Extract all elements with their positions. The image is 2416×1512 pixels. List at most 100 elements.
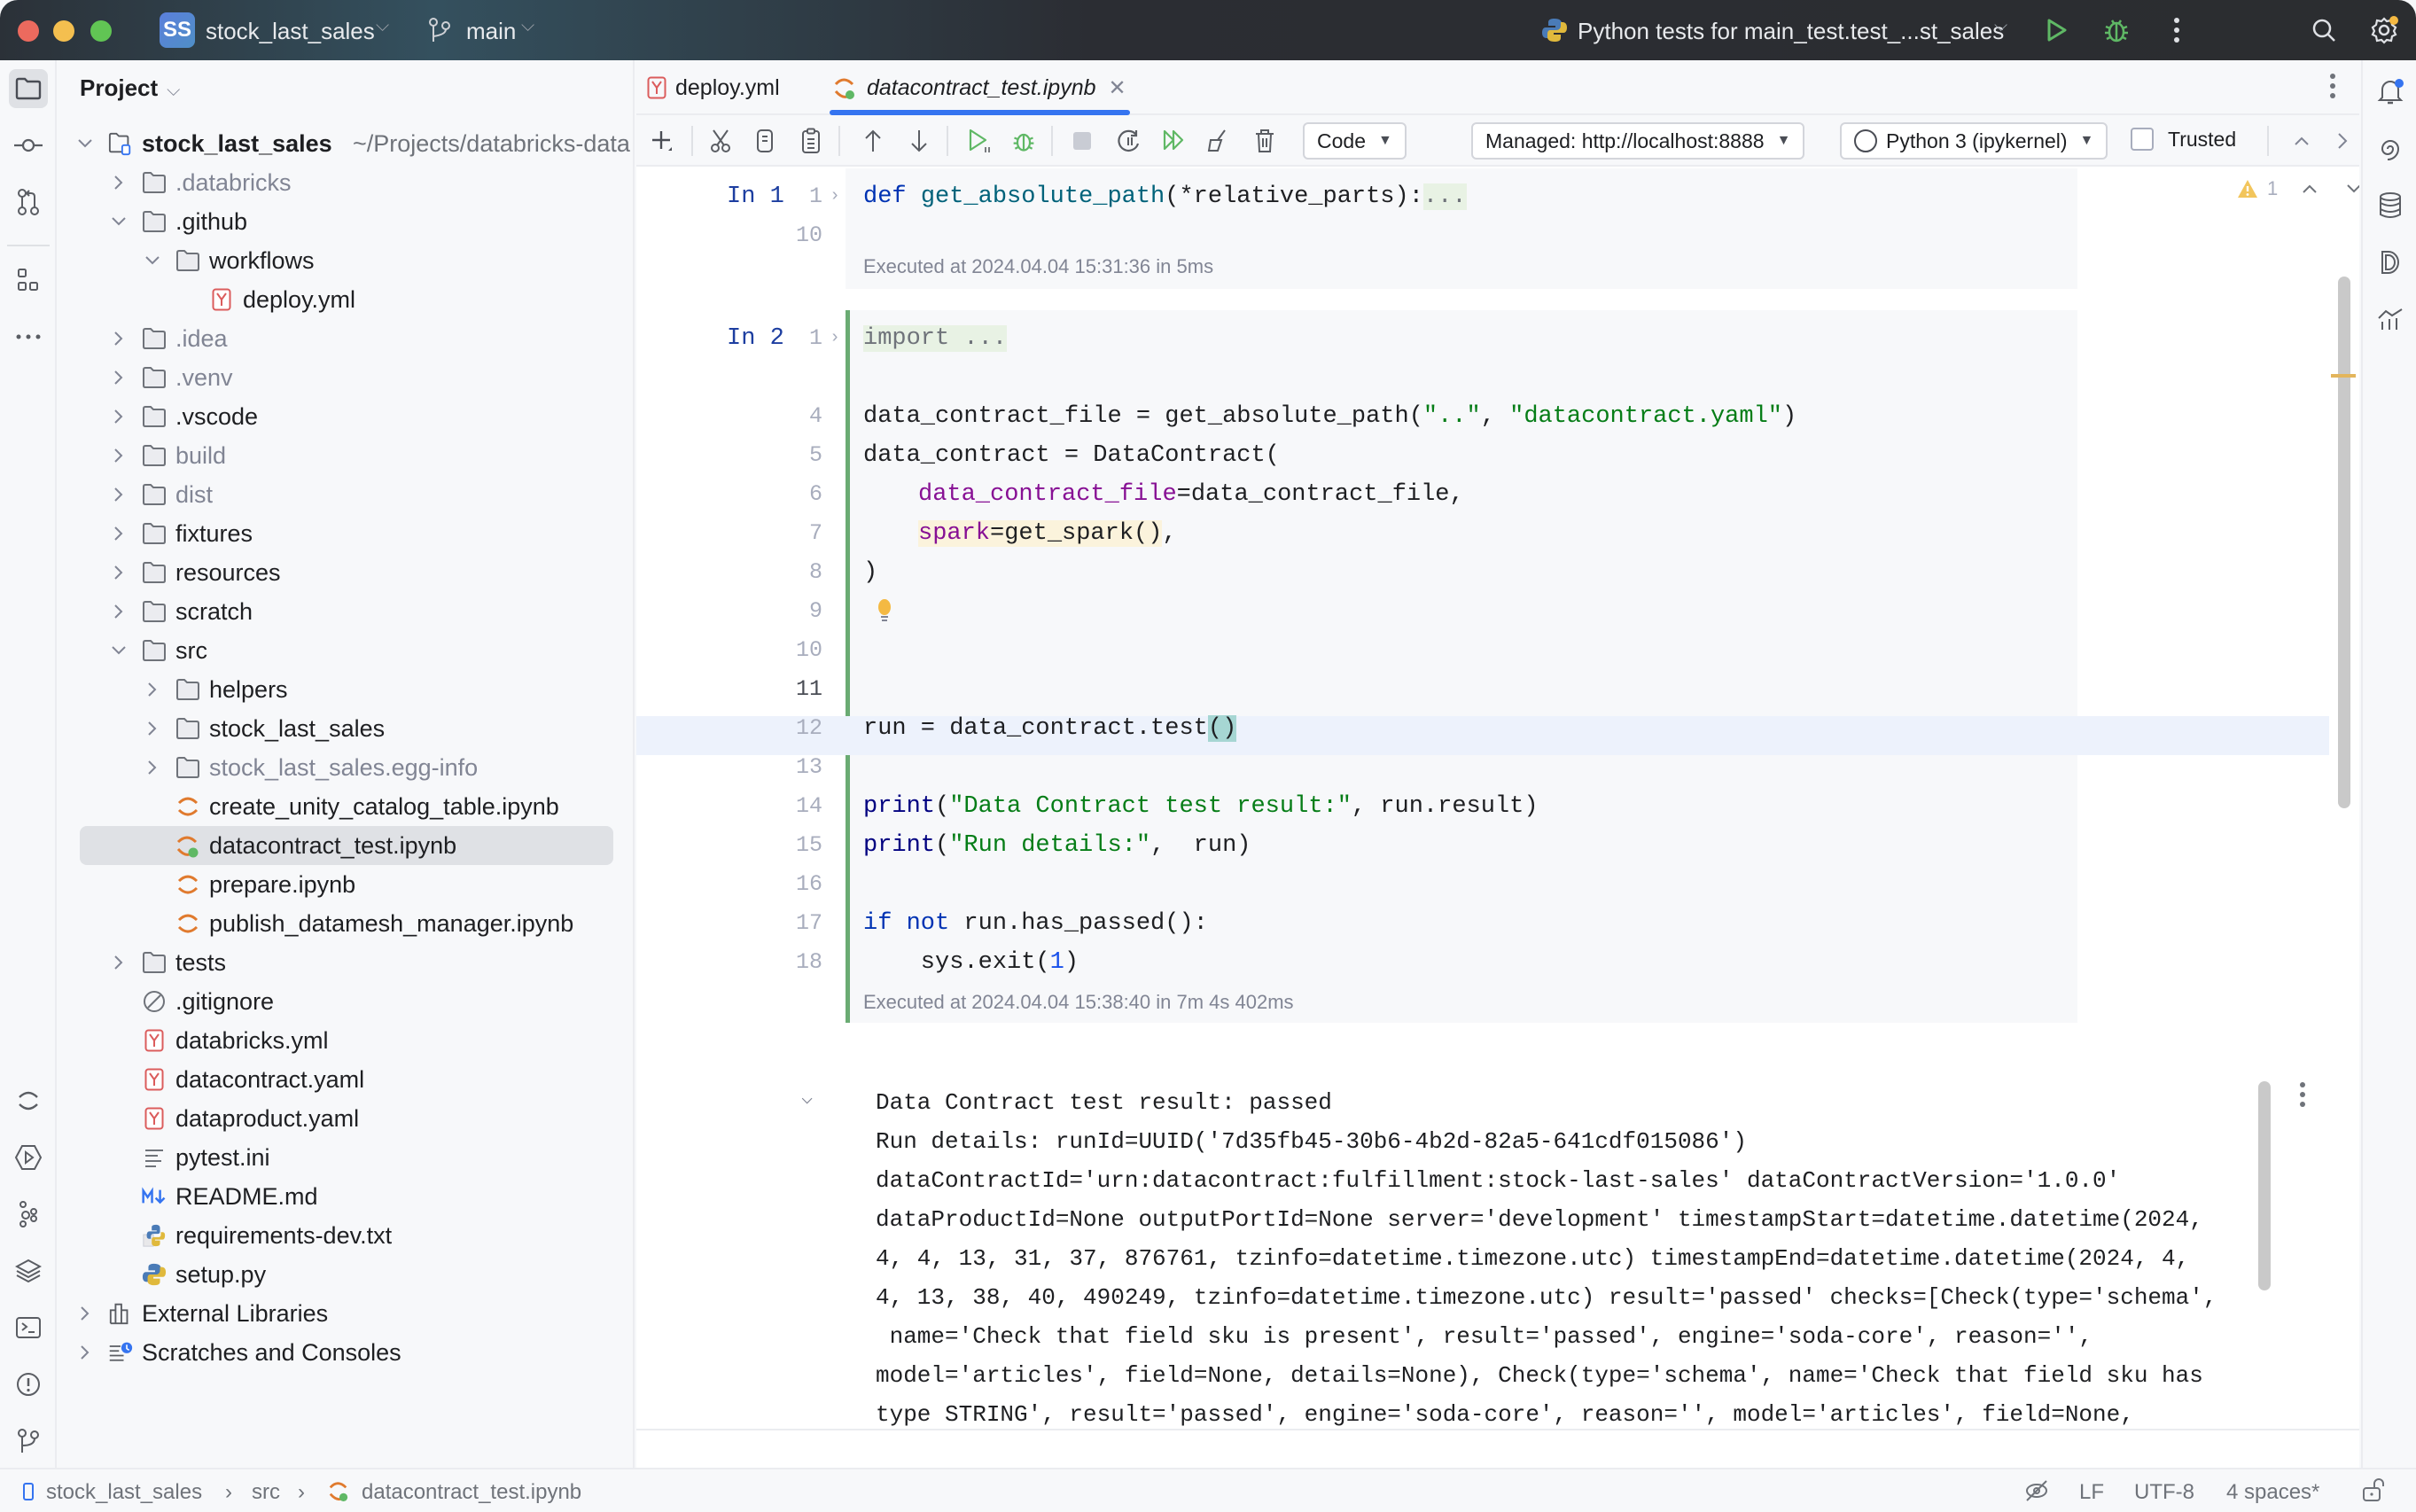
problems-tool-button[interactable] xyxy=(9,1365,48,1404)
chevron-right-icon[interactable] xyxy=(110,408,128,425)
tree-item[interactable]: prepare.ipynb xyxy=(58,865,633,904)
chevron-down-icon[interactable] xyxy=(110,642,128,659)
tree-item[interactable]: .vscode xyxy=(58,397,633,436)
tree-item[interactable]: publish_datamesh_manager.ipynb xyxy=(58,904,633,943)
code-cell-2[interactable]: import ... data_contract_file = get_abso… xyxy=(846,310,2077,984)
tree-item[interactable]: dist xyxy=(58,475,633,514)
project-switcher[interactable]: stock_last_sales xyxy=(206,18,375,45)
stop-kernel-icon[interactable] xyxy=(1067,126,1097,156)
settings-gear-icon[interactable] xyxy=(2366,12,2402,48)
close-tab-icon[interactable]: ✕ xyxy=(1109,75,1126,101)
tree-item[interactable]: stock_last_sales.egg-info xyxy=(58,748,633,787)
cut-cell-icon[interactable] xyxy=(705,126,736,156)
project-view-selector[interactable]: Project ⌵ xyxy=(80,74,180,102)
inspection-widget[interactable]: 1 xyxy=(2237,177,2359,200)
layers-tool-button[interactable] xyxy=(9,1251,48,1290)
plots-icon[interactable] xyxy=(2373,301,2408,337)
tree-item[interactable]: deploy.yml xyxy=(58,280,633,319)
delete-cell-icon[interactable] xyxy=(1250,126,1280,156)
jupyter-tool-button[interactable] xyxy=(9,1081,48,1120)
breadcrumb-src[interactable]: src xyxy=(252,1480,280,1505)
tree-item[interactable]: requirements-dev.txt xyxy=(58,1216,633,1255)
tree-item[interactable]: datacontract_test.ipynb xyxy=(80,826,613,865)
trusted-checkbox[interactable] xyxy=(2131,128,2154,151)
tree-item[interactable]: .idea xyxy=(58,319,633,358)
output-scrollbar[interactable] xyxy=(2258,1081,2271,1290)
fold-chevron-icon[interactable]: › xyxy=(830,319,840,358)
tree-item[interactable]: workflows xyxy=(58,241,633,280)
project-avatar[interactable]: SS xyxy=(160,12,195,48)
chevron-down-icon[interactable] xyxy=(110,213,128,230)
move-cell-up-icon[interactable] xyxy=(858,126,888,156)
python-packages-tool-button[interactable] xyxy=(9,1195,48,1234)
tree-item[interactable]: External Libraries xyxy=(58,1294,633,1333)
indent-settings[interactable]: 4 spaces* xyxy=(2226,1480,2319,1505)
tree-item[interactable]: build xyxy=(58,436,633,475)
tree-item[interactable]: stock_last_sales xyxy=(58,709,633,748)
tree-item[interactable]: Scratches and Consoles xyxy=(58,1333,633,1372)
folded-code-region[interactable]: ... xyxy=(1422,183,1467,210)
tree-item[interactable]: .github xyxy=(58,202,633,241)
move-cell-down-icon[interactable] xyxy=(904,126,934,156)
maximize-window-button[interactable] xyxy=(90,20,112,42)
breadcrumb-project[interactable]: stock_last_sales xyxy=(46,1480,202,1505)
tree-item[interactable]: src xyxy=(58,631,633,670)
previous-problem-icon[interactable] xyxy=(2301,183,2319,195)
commit-tool-button[interactable] xyxy=(9,126,48,165)
chevron-down-icon[interactable] xyxy=(144,252,161,269)
tree-item[interactable]: create_unity_catalog_table.ipynb xyxy=(58,787,633,826)
chevron-right-icon[interactable] xyxy=(76,1344,94,1361)
debug-button[interactable] xyxy=(2099,12,2134,48)
tree-item[interactable]: datacontract.yaml xyxy=(58,1060,633,1099)
fold-chevron-icon[interactable]: › xyxy=(830,177,840,216)
database-icon[interactable] xyxy=(2373,188,2408,223)
chevron-right-icon[interactable] xyxy=(110,954,128,971)
chevron-right-icon[interactable] xyxy=(110,447,128,464)
output-actions-icon[interactable] xyxy=(2299,1081,2306,1108)
restart-kernel-icon[interactable] xyxy=(1113,126,1143,156)
breadcrumb-file[interactable]: datacontract_test.ipynb xyxy=(362,1480,581,1505)
debug-cell-icon[interactable] xyxy=(1009,126,1039,156)
copy-cell-icon[interactable] xyxy=(750,126,780,156)
close-window-button[interactable] xyxy=(18,20,39,42)
chevron-right-icon[interactable] xyxy=(110,603,128,620)
branch-switcher[interactable]: main xyxy=(466,18,516,45)
code-cell-1[interactable]: def get_absolute_path(*relative_parts):.… xyxy=(846,168,2077,289)
chevron-down-icon[interactable] xyxy=(76,135,94,152)
project-tool-button[interactable] xyxy=(9,69,48,108)
file-encoding[interactable]: UTF-8 xyxy=(2134,1480,2194,1505)
run-configuration-selector[interactable]: Python tests for main_test.test_...st_sa… xyxy=(1578,18,2004,45)
kernel-dropdown[interactable]: Python 3 (ipykernel) ▼ xyxy=(1840,122,2108,160)
chevron-right-icon[interactable] xyxy=(144,681,161,698)
collapse-output-icon[interactable]: ⌵ xyxy=(801,1087,813,1110)
jupyter-server-dropdown[interactable]: Managed: http://localhost:8888 ▼ xyxy=(1471,122,1805,160)
tree-item[interactable]: scratch xyxy=(58,592,633,631)
tab-deploy-yml[interactable]: deploy.yml xyxy=(647,60,780,115)
ai-assistant-icon[interactable] xyxy=(2373,131,2408,167)
tree-item[interactable]: README.md xyxy=(58,1177,633,1216)
tree-item[interactable]: fixtures xyxy=(58,514,633,553)
tree-item[interactable]: resources xyxy=(58,553,633,592)
run-all-icon[interactable] xyxy=(1159,126,1189,156)
toolbar-next-icon[interactable] xyxy=(2327,126,2358,156)
tree-item[interactable]: .venv xyxy=(58,358,633,397)
next-problem-icon[interactable] xyxy=(2345,183,2359,195)
structure-tool-button[interactable] xyxy=(9,261,48,300)
chevron-right-icon[interactable] xyxy=(144,720,161,737)
notifications-icon[interactable] xyxy=(2373,74,2408,110)
tree-item[interactable]: dataproduct.yaml xyxy=(58,1099,633,1138)
tree-item[interactable]: pytest.ini xyxy=(58,1138,633,1177)
chevron-right-icon[interactable] xyxy=(110,486,128,503)
chevron-right-icon[interactable] xyxy=(76,1305,94,1322)
intention-bulb-icon[interactable] xyxy=(877,599,892,624)
paste-cell-icon[interactable] xyxy=(796,126,826,156)
chevron-right-icon[interactable] xyxy=(110,330,128,347)
chevron-right-icon[interactable] xyxy=(110,369,128,386)
more-tool-windows-icon[interactable] xyxy=(9,317,48,356)
terminal-tool-button[interactable] xyxy=(9,1308,48,1347)
warning-marker[interactable] xyxy=(2331,374,2356,378)
cell-type-dropdown[interactable]: Code ▼ xyxy=(1303,122,1407,160)
tree-item[interactable]: databricks.yml xyxy=(58,1021,633,1060)
search-icon[interactable] xyxy=(2306,12,2342,48)
pull-requests-tool-button[interactable] xyxy=(9,183,48,222)
